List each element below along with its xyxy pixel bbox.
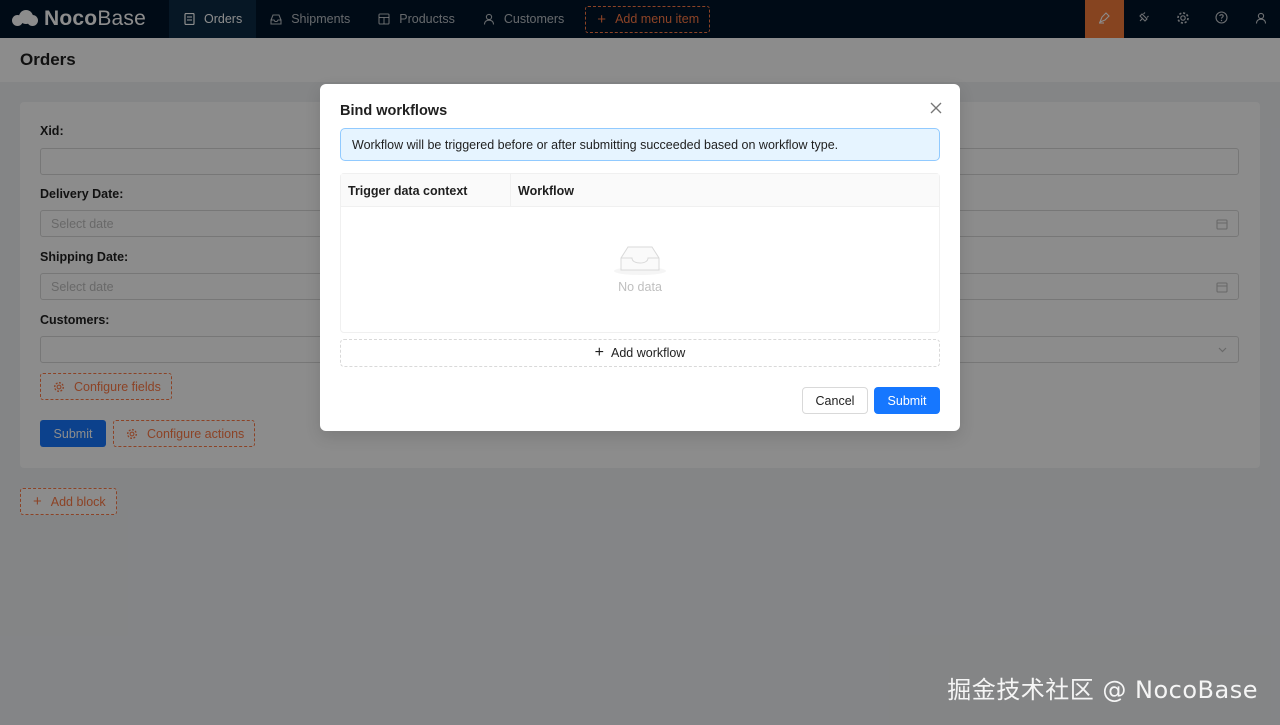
empty-box-icon bbox=[614, 246, 666, 275]
watermark: 掘金技术社区 @ NocoBase bbox=[947, 676, 1258, 704]
plus-icon: + bbox=[594, 344, 604, 361]
submit-button[interactable]: Submit bbox=[874, 387, 940, 414]
empty-state: No data bbox=[341, 207, 939, 332]
alert-text: Workflow will be triggered before or aft… bbox=[352, 137, 839, 152]
bind-workflows-dialog: Bind workflows Workflow will be triggere… bbox=[320, 84, 960, 431]
column-header-workflow: Workflow bbox=[518, 183, 575, 198]
close-icon[interactable] bbox=[929, 101, 943, 115]
info-alert: Workflow will be triggered before or aft… bbox=[340, 128, 940, 161]
dialog-title: Bind workflows bbox=[340, 103, 448, 119]
workflows-table: Trigger data context Workflow No data bbox=[340, 173, 940, 333]
add-workflow-button[interactable]: + Add workflow bbox=[340, 339, 940, 367]
column-header-trigger-data-context: Trigger data context bbox=[341, 174, 511, 207]
empty-text: No data bbox=[618, 280, 662, 294]
cancel-button[interactable]: Cancel bbox=[802, 387, 868, 414]
table-header: Trigger data context Workflow bbox=[341, 174, 939, 207]
add-workflow-label: Add workflow bbox=[611, 346, 686, 360]
